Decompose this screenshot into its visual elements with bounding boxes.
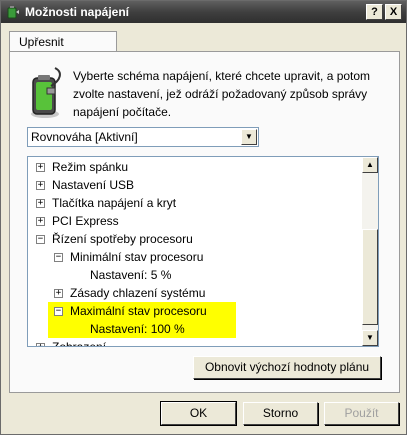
tree-item-label: PCI Express — [52, 214, 119, 228]
tree-item-sleep[interactable]: + Režim spánku — [36, 158, 128, 176]
restore-defaults-button[interactable]: Obnovit výchozí hodnoty plánu — [193, 356, 381, 379]
tree-item-pci-express[interactable]: + PCI Express — [36, 212, 119, 230]
scroll-up-icon[interactable]: ▲ — [362, 157, 378, 173]
tree-item-max-processor-state[interactable]: − Maximální stav procesoru — [54, 302, 207, 320]
settings-tree[interactable]: + Režim spánku + Nastavení USB + Tlačítka n… — [27, 156, 379, 347]
tree-item-label: Nastavení USB — [52, 178, 135, 192]
cancel-button[interactable]: Storno — [243, 402, 318, 425]
expand-icon[interactable]: + — [36, 199, 45, 208]
scroll-down-icon[interactable]: ▼ — [362, 330, 378, 346]
tree-item-label: Nastavení: 100 % — [90, 322, 185, 336]
collapse-icon[interactable]: − — [54, 253, 63, 262]
tree-item-power-buttons[interactable]: + Tlačítka napájení a kryt — [36, 194, 176, 212]
battery-icon — [25, 66, 65, 120]
power-options-dialog: Možnosti napájení ? X Upřesnit nastavení… — [0, 0, 407, 435]
tree-item-cooling-policy[interactable]: + Zásady chlazení systému — [54, 284, 205, 302]
expand-icon[interactable]: + — [36, 217, 45, 226]
battery-plug-icon — [5, 4, 21, 20]
expand-icon[interactable]: + — [36, 181, 45, 190]
tree-item-min-setting[interactable]: Nastavení: 5 % — [90, 266, 171, 284]
expand-icon[interactable]: + — [36, 163, 45, 172]
expand-icon[interactable]: + — [36, 343, 45, 346]
power-plan-select[interactable]: Rovnováha [Aktivní] ▼ — [27, 127, 259, 147]
tree-item-label: Zásady chlazení systému — [70, 286, 206, 300]
title-bar[interactable]: Možnosti napájení ? X — [1, 1, 406, 23]
tree-item-label: Minimální stav procesoru — [70, 250, 204, 264]
power-plan-value: Rovnováha [Aktivní] — [31, 130, 138, 144]
scroll-thumb[interactable] — [362, 229, 378, 325]
tree-item-label: Zobrazení — [52, 340, 107, 347]
tree-item-label: Nastavení: 5 % — [90, 268, 172, 282]
instructions-text: Vyberte schéma napájení, které chcete up… — [73, 69, 371, 119]
tree-item-max-setting[interactable]: Nastavení: 100 % — [90, 320, 185, 338]
tree-scrollbar[interactable]: ▲ ▼ — [362, 157, 378, 346]
tree-item-label: Režim spánku — [52, 160, 129, 174]
window-title: Možnosti napájení — [25, 5, 130, 19]
tree-item-usb[interactable]: + Nastavení USB — [36, 176, 134, 194]
close-button[interactable]: X — [385, 4, 402, 20]
tree-item-label: Tlačítka napájení a kryt — [52, 196, 177, 210]
tree-item-label: Maximální stav procesoru — [70, 304, 207, 318]
tab-advanced-settings[interactable]: Upřesnit nastavení — [9, 31, 117, 63]
tree-item-display[interactable]: + Zobrazení — [36, 338, 107, 347]
ok-button[interactable]: OK — [160, 401, 237, 426]
tree-item-label: Řízení spotřeby procesoru — [52, 232, 193, 246]
collapse-icon[interactable]: − — [54, 307, 63, 316]
help-button[interactable]: ? — [366, 4, 383, 20]
collapse-icon[interactable]: − — [36, 235, 45, 244]
tree-item-min-processor-state[interactable]: − Minimální stav procesoru — [54, 248, 203, 266]
dropdown-arrow-icon[interactable]: ▼ — [241, 129, 257, 145]
expand-icon[interactable]: + — [54, 289, 63, 298]
apply-button[interactable]: Použít — [324, 402, 399, 425]
tree-item-processor-power[interactable]: − Řízení spotřeby procesoru — [36, 230, 193, 248]
